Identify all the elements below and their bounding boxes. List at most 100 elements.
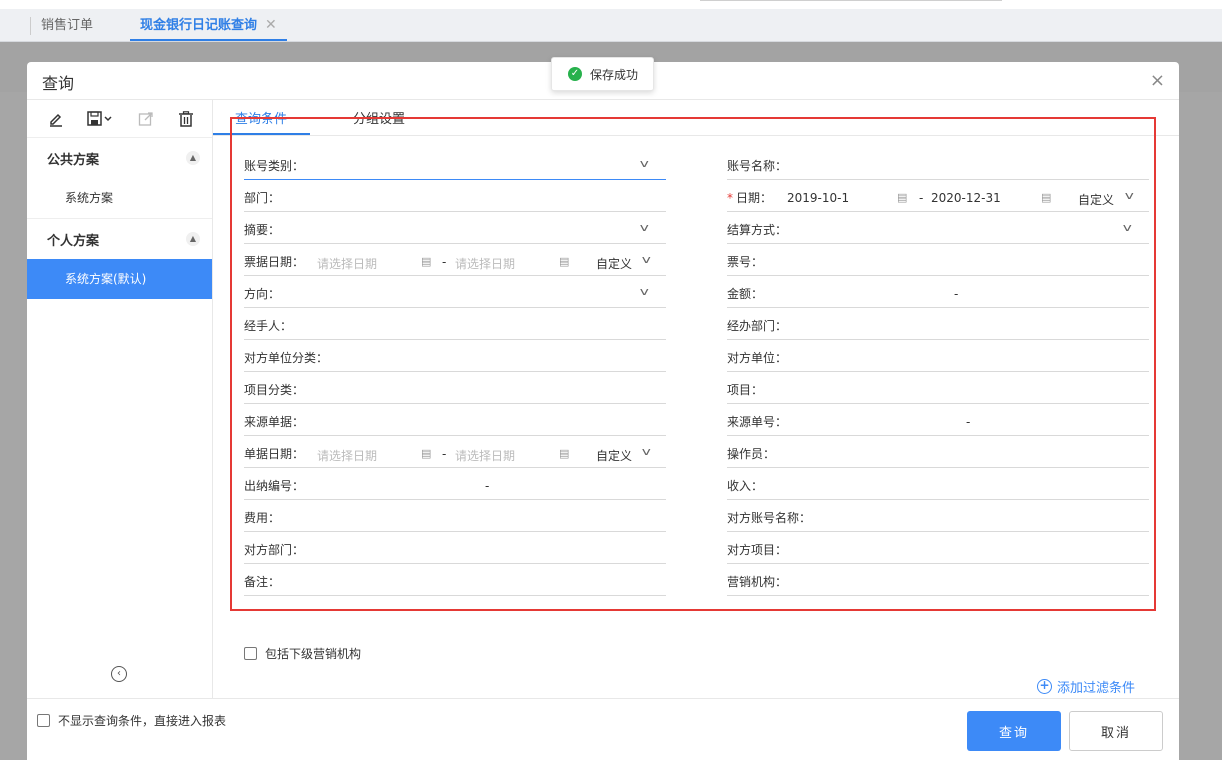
plan-item-system-default[interactable]: 系统方案(默认): [27, 259, 212, 299]
dialog-footer: 不显示查询条件，直接进入报表 查询 取消: [27, 698, 1179, 760]
doc-date-end-input[interactable]: 请选择日期: [455, 447, 515, 464]
chevron-down-icon[interactable]: v: [640, 221, 649, 234]
add-filter-label: 添加过滤条件: [1057, 681, 1136, 696]
bill-date-start-input[interactable]: 请选择日期: [317, 255, 377, 272]
cancel-button[interactable]: 取消: [1069, 711, 1163, 751]
required-mark: *: [727, 191, 733, 205]
save-icon[interactable]: [87, 110, 115, 128]
chevron-up-icon[interactable]: ▲: [186, 151, 200, 165]
skip-conditions-option[interactable]: 不显示查询条件，直接进入报表: [37, 712, 226, 729]
range-separator: -: [485, 479, 490, 493]
chevron-down-icon[interactable]: v: [640, 157, 649, 170]
doc-date-mode-select[interactable]: 自定义: [596, 447, 632, 464]
field-label: 对方项目：: [727, 543, 788, 557]
calendar-icon[interactable]: ▤: [421, 447, 431, 460]
save-success-toast: ✓ 保存成功: [551, 57, 654, 91]
doc-date-start-input[interactable]: 请选择日期: [317, 447, 377, 464]
tab-query-conditions[interactable]: 查询条件: [235, 108, 287, 127]
cashier-no-range[interactable]: 出纳编号： -: [244, 468, 666, 500]
calendar-icon[interactable]: ▤: [559, 255, 569, 268]
summary-select[interactable]: 摘要： v: [244, 212, 666, 244]
browser-top-strip: [0, 0, 1222, 9]
calendar-icon[interactable]: ▤: [1041, 191, 1051, 204]
public-plans-group[interactable]: 公共方案 ▲: [27, 138, 212, 178]
bill-date-range: 票据日期： 请选择日期 ▤ - 请选择日期 ▤ 自定义 v: [244, 244, 666, 276]
date-start-input[interactable]: 2019-10-1: [787, 191, 849, 205]
remark-field[interactable]: 备注：: [244, 564, 666, 596]
calendar-icon[interactable]: ▤: [897, 191, 907, 204]
include-sub-orgs-option[interactable]: 包括下级营销机构: [244, 645, 361, 662]
close-icon[interactable]: ×: [1150, 70, 1165, 91]
account-name-field[interactable]: 账号名称：: [727, 148, 1149, 180]
field-label: 经手人：: [244, 319, 293, 333]
close-icon[interactable]: ✕: [265, 17, 277, 33]
counterparty-account-name-field[interactable]: 对方账号名称：: [727, 500, 1149, 532]
project-field[interactable]: 项目：: [727, 372, 1149, 404]
field-label: * 日期：: [727, 189, 772, 206]
app-tab-sales-order[interactable]: 销售订单: [30, 17, 103, 35]
range-separator: -: [442, 447, 447, 461]
skip-conditions-checkbox[interactable]: [37, 714, 50, 727]
field-label: 金额：: [727, 287, 764, 301]
operator-field[interactable]: 操作员：: [727, 436, 1149, 468]
sales-org-field[interactable]: 营销机构：: [727, 564, 1149, 596]
account-type-select[interactable]: 账号类别： v: [244, 148, 666, 180]
field-label: 账号类别：: [244, 159, 305, 173]
date-mode-select[interactable]: 自定义: [1078, 191, 1114, 208]
calendar-icon[interactable]: ▤: [421, 255, 431, 268]
query-dialog: 查询 × 公共方案 ▲ 系统方案 个人方案 ▲ 系统方案(默认) ‹ 查询条件 …: [27, 62, 1179, 760]
calendar-icon[interactable]: ▤: [559, 447, 569, 460]
counterparty-dept-field[interactable]: 对方部门：: [244, 532, 666, 564]
app-tab-label: 现金银行日记账查询: [140, 18, 258, 33]
app-tab-cash-bank-journal[interactable]: 现金银行日记账查询 ✕: [130, 9, 287, 41]
handler-field[interactable]: 经手人：: [244, 308, 666, 340]
bill-date-end-input[interactable]: 请选择日期: [455, 255, 515, 272]
counterparty-category-field[interactable]: 对方单位分类：: [244, 340, 666, 372]
source-no-range[interactable]: 来源单号： -: [727, 404, 1149, 436]
field-label: 来源单据：: [244, 415, 305, 429]
edit-icon[interactable]: [47, 110, 65, 128]
field-label: 方向：: [244, 287, 281, 301]
project-category-field[interactable]: 项目分类：: [244, 372, 666, 404]
ticket-no-field[interactable]: 票号：: [727, 244, 1149, 276]
field-label: 来源单号：: [727, 415, 788, 429]
delete-icon[interactable]: [177, 110, 195, 128]
source-document-field[interactable]: 来源单据：: [244, 404, 666, 436]
amount-range[interactable]: 金额： -: [727, 276, 1149, 308]
chevron-up-icon[interactable]: ▲: [186, 232, 200, 246]
expense-field[interactable]: 费用：: [244, 500, 666, 532]
left-field-column: 账号类别： v 部门： 摘要： v 票据日期： 请选择日期 ▤ - 请选择日期 …: [244, 148, 666, 596]
plan-item-system-public[interactable]: 系统方案: [27, 178, 212, 218]
settlement-select[interactable]: 结算方式： v: [727, 212, 1149, 244]
collapse-left-icon[interactable]: ‹: [111, 666, 127, 682]
field-label: 部门：: [244, 191, 281, 205]
dialog-title: 查询: [42, 74, 75, 93]
tab-group-settings[interactable]: 分组设置: [353, 108, 405, 127]
date-end-input[interactable]: 2020-12-31: [931, 191, 1001, 205]
counterparty-field[interactable]: 对方单位：: [727, 340, 1149, 372]
plus-circle-icon: +: [1037, 679, 1052, 694]
chevron-down-icon[interactable]: v: [642, 445, 651, 458]
export-icon[interactable]: [137, 110, 155, 128]
right-field-column: 账号名称： * 日期： 2019-10-1 ▤ - 2020-12-31 ▤ 自定…: [727, 148, 1149, 596]
personal-plans-group[interactable]: 个人方案 ▲: [27, 219, 212, 259]
chevron-down-icon[interactable]: v: [1125, 189, 1134, 202]
bill-date-mode-select[interactable]: 自定义: [596, 255, 632, 272]
field-label: 项目：: [727, 383, 764, 397]
include-sub-orgs-checkbox[interactable]: [244, 647, 257, 660]
chevron-down-icon[interactable]: v: [640, 285, 649, 298]
counterparty-project-field[interactable]: 对方项目：: [727, 532, 1149, 564]
date-range: * 日期： 2019-10-1 ▤ - 2020-12-31 ▤ 自定义 v: [727, 180, 1149, 212]
chevron-down-icon[interactable]: v: [1123, 221, 1132, 234]
field-label: 营销机构：: [727, 575, 788, 589]
chevron-down-icon[interactable]: v: [642, 253, 651, 266]
income-field[interactable]: 收入：: [727, 468, 1149, 500]
range-separator: -: [919, 191, 924, 205]
query-button[interactable]: 查询: [967, 711, 1061, 751]
department-field[interactable]: 部门：: [244, 180, 666, 212]
direction-select[interactable]: 方向： v: [244, 276, 666, 308]
field-label: 票号：: [727, 255, 764, 269]
add-filter-button[interactable]: + 添加过滤条件: [1037, 677, 1135, 696]
handler-dept-field[interactable]: 经办部门：: [727, 308, 1149, 340]
plan-panel: 公共方案 ▲ 系统方案 个人方案 ▲ 系统方案(默认) ‹: [27, 100, 213, 698]
